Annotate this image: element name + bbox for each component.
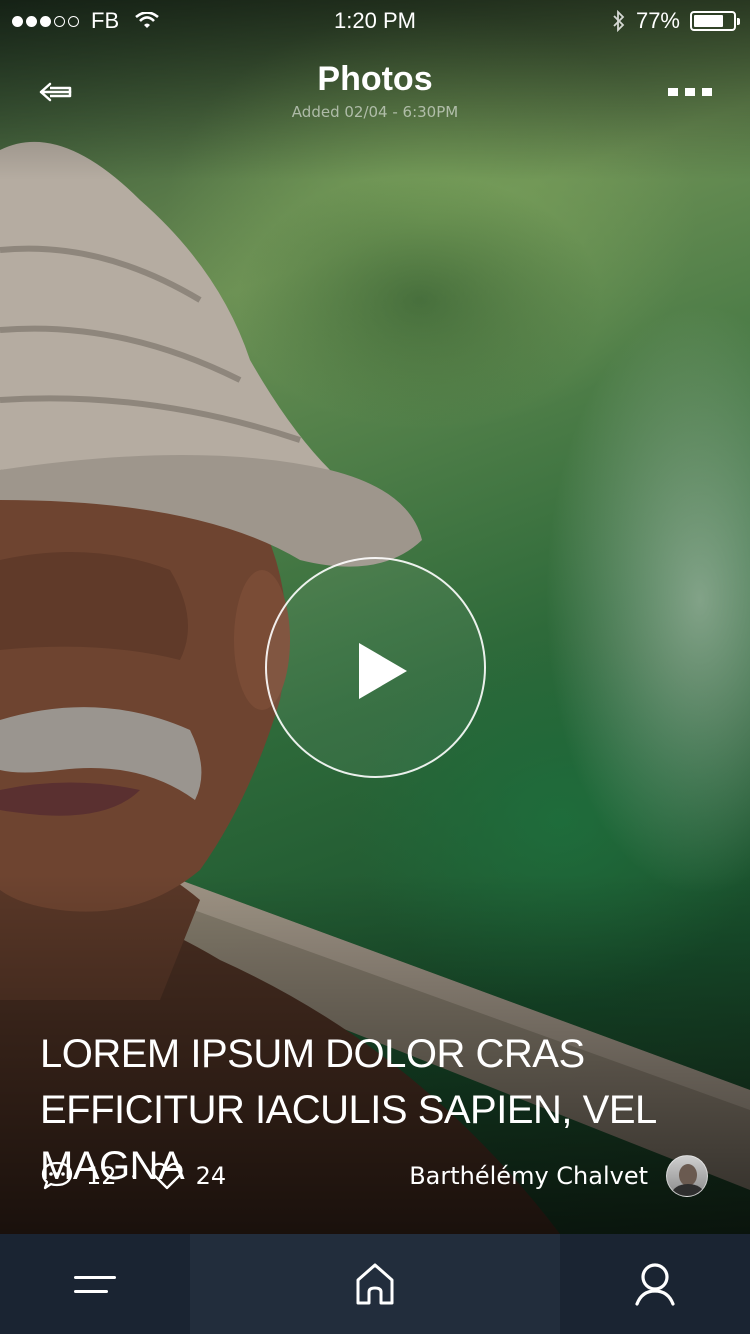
more-options-button[interactable] [666,80,714,104]
battery-icon [690,11,740,31]
search-icon [635,1263,675,1306]
article-meta: 12 · 24 Barthélémy Chalvet [40,1152,708,1200]
battery-level [694,15,723,27]
likes-button[interactable]: 24 [150,1160,227,1192]
comments-button[interactable]: 12 [40,1160,117,1192]
comments-count: 12 [86,1162,117,1190]
bluetooth-icon [613,10,625,32]
battery-percent: 77% [635,8,680,33]
likes-count: 24 [195,1162,227,1190]
home-icon [356,1263,394,1305]
tab-home[interactable] [190,1234,560,1334]
author-avatar[interactable] [666,1155,708,1197]
page-subtitle: Added 02/04 - 6:30PM [291,103,459,121]
heart-icon [151,1162,183,1190]
comment-icon [41,1161,73,1190]
author-name[interactable]: Barthélémy Chalvet [409,1162,648,1190]
ellipsis-icon [668,88,678,96]
status-right: 77% [612,8,740,34]
tab-bar [0,1234,750,1334]
tab-search[interactable] [560,1234,750,1334]
tab-menu[interactable] [0,1234,190,1334]
play-video-button[interactable] [265,557,486,778]
play-icon [359,643,407,699]
status-bar: FB 1:20 PM 77% [0,0,750,40]
menu-icon [74,1272,116,1296]
page-title: Photos [317,60,433,98]
meta-separator: · [130,1166,136,1186]
